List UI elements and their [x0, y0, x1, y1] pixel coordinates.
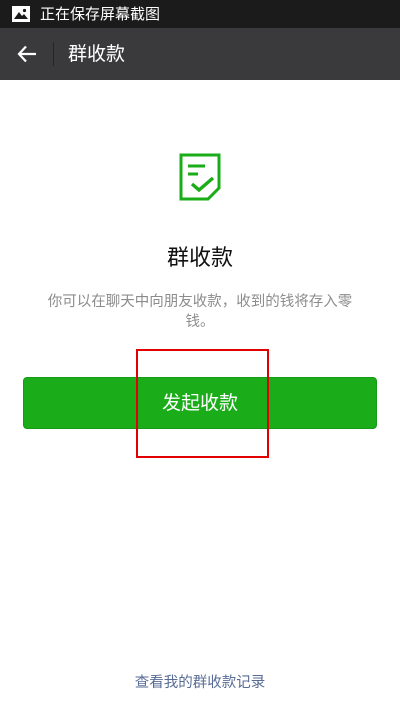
title-divider: [53, 42, 54, 66]
image-icon: [12, 6, 30, 22]
title-bar: 群收款: [0, 28, 400, 80]
checklist-icon: [179, 153, 221, 201]
status-bar: 正在保存屏幕截图: [0, 0, 400, 28]
back-button[interactable]: [10, 37, 44, 71]
back-arrow-icon: [17, 45, 36, 63]
view-records-link[interactable]: 查看我的群收款记录: [0, 671, 400, 692]
hero-title: 群收款: [166, 246, 233, 271]
page-title: 群收款: [68, 43, 126, 65]
description-text: 你可以在聊天中向朋友收款，收到的钱将存入零钱。: [47, 294, 353, 330]
status-text: 正在保存屏幕截图: [40, 5, 161, 23]
start-collection-button[interactable]: 发起收款: [23, 377, 377, 429]
main-content: 群收款 你可以在聊天中向朋友收款，收到的钱将存入零钱。 发起收款 查看我的群收款…: [0, 80, 400, 711]
